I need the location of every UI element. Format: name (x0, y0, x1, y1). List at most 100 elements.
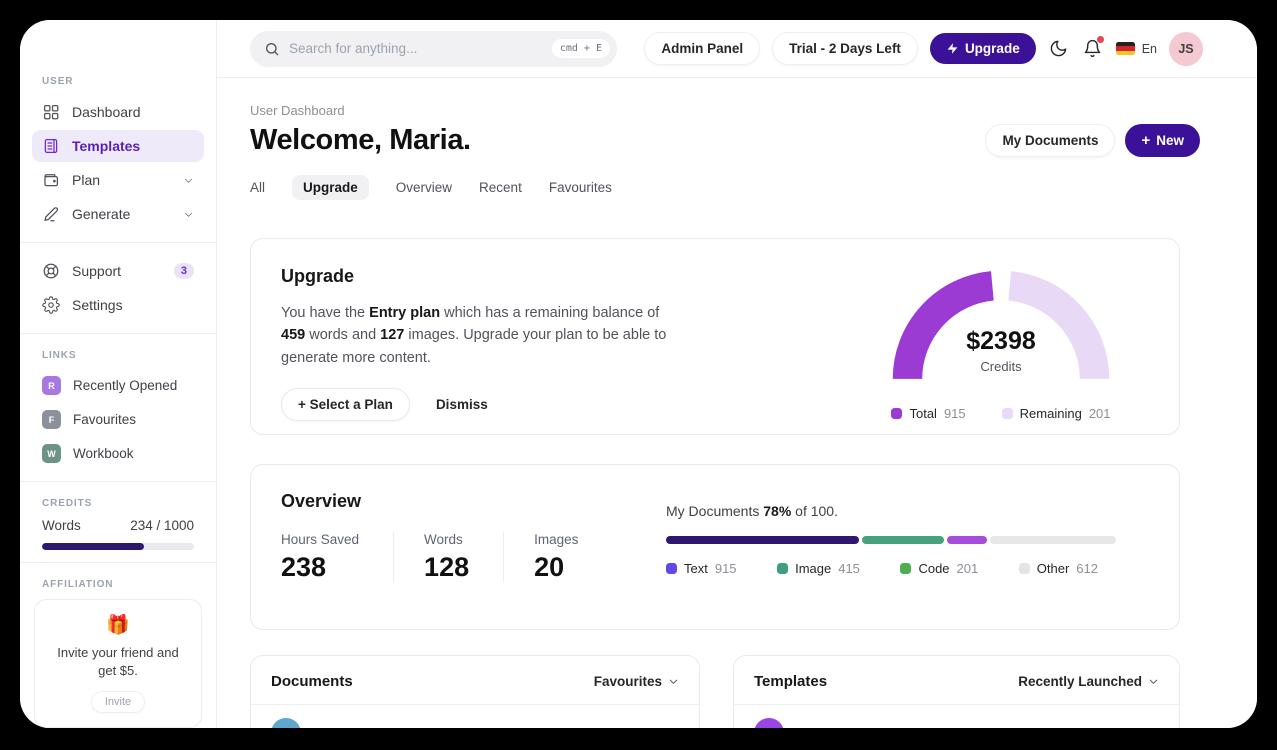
notification-dot (1096, 35, 1104, 43)
sidebar-item-plan[interactable]: Plan (32, 164, 204, 196)
templates-filter-label: Recently Launched (1018, 674, 1142, 689)
new-button[interactable]: + New (1125, 124, 1200, 157)
sidebar-item-label: Plan (72, 172, 101, 188)
template-avatar (754, 718, 784, 728)
generate-pencil-icon (44, 207, 59, 222)
search-icon (266, 42, 279, 55)
stat-value: 238 (281, 552, 327, 582)
support-count-badge: 3 (173, 263, 194, 279)
bar-segment-image (861, 536, 945, 544)
legend-code-chip (900, 563, 912, 574)
legend-text-chip (666, 563, 677, 574)
legend-label: Code (918, 561, 950, 576)
dismiss-button[interactable]: Dismiss (436, 397, 488, 412)
notifications-button[interactable] (1082, 35, 1104, 60)
sidebar-section-links: LINKS (42, 350, 77, 361)
template-location: in Workbook (1087, 726, 1159, 729)
legend-label: Remaining (1019, 406, 1082, 421)
header-buttons: My Documents + New (985, 124, 1200, 157)
sidebar-item-settings[interactable]: Settings (32, 289, 204, 321)
tab-favourites[interactable]: Favourites (549, 175, 612, 200)
sidebar: USER Dashboard Templates Plan Generate S… (20, 20, 217, 728)
sidebar-item-generate[interactable]: Generate (32, 198, 204, 230)
document-avatar (271, 718, 301, 728)
documents-card-title: Documents (271, 673, 353, 690)
link-label: Workbook (73, 446, 134, 461)
legend-code: Code 201 (900, 561, 978, 576)
templates-filter-dropdown[interactable]: Recently Launched (1018, 674, 1159, 689)
template-list-item[interactable]: Blog Post Title in Workbook (734, 705, 1179, 728)
sidebar-link-recently-opened[interactable]: R Recently Opened (32, 370, 204, 401)
sidebar-divider (20, 242, 216, 243)
legend-label: Total (909, 406, 937, 421)
legend-total-chip (891, 408, 903, 419)
chevron-down-icon (184, 212, 193, 217)
credits-label: Words (42, 518, 81, 533)
sidebar-item-label: Dashboard (72, 104, 141, 120)
tab-all[interactable]: All (250, 175, 265, 200)
user-avatar[interactable]: JS (1169, 31, 1203, 66)
german-flag-icon[interactable] (1115, 42, 1135, 55)
upgrade-card: Upgrade You have the Entry plan which ha… (250, 238, 1180, 435)
upgrade-button[interactable]: Upgrade (929, 33, 1036, 64)
zap-icon (947, 43, 958, 54)
legend-other: Other 612 (1018, 561, 1098, 576)
stat-hours-saved: Hours Saved 238 (281, 532, 393, 583)
link-label: Recently Opened (73, 378, 178, 393)
chevron-down-icon (669, 679, 678, 684)
support-lifebuoy-icon (43, 263, 59, 279)
tab-recent[interactable]: Recent (479, 175, 522, 200)
tab-upgrade[interactable]: Upgrade (292, 175, 369, 200)
breadcrumb: User Dashboard (250, 103, 345, 118)
sidebar-section-user: USER (42, 76, 74, 87)
document-location: in Workbook (607, 726, 679, 729)
stacked-bar-chart (666, 536, 1116, 544)
bottom-cards-row: Documents Favourites Untitled Document i… (250, 655, 1200, 728)
select-plan-button[interactable]: + Select a Plan (281, 388, 410, 422)
document-list-item[interactable]: Untitled Document in Workbook (251, 705, 699, 728)
search-bar[interactable]: cmd + E (250, 30, 617, 67)
legend-text: Text 915 (666, 561, 737, 576)
credits-gauge: $2398 Credits Total 915 Remaining 201 (889, 265, 1113, 421)
legend-value: 415 (838, 561, 860, 576)
search-input[interactable] (289, 41, 543, 56)
legend-label: Other (1036, 561, 1070, 576)
overview-card: Overview Hours Saved 238 Words 128 Image… (250, 464, 1180, 630)
invite-button[interactable]: Invite (90, 691, 146, 714)
moon-icon (1050, 40, 1067, 57)
bar-segment-text (666, 536, 859, 544)
sidebar-item-dashboard[interactable]: Dashboard (32, 96, 204, 128)
link-initial-badge: W (42, 444, 61, 463)
settings-gear-icon (42, 296, 60, 314)
tab-bar: All Upgrade Overview Recent Favourites (250, 175, 1200, 200)
stat-label: Hours Saved (281, 532, 360, 547)
stat-value: 20 (534, 552, 565, 582)
dark-mode-toggle[interactable] (1048, 38, 1070, 60)
stat-value: 128 (424, 552, 470, 582)
credits-progress-fill (42, 543, 144, 550)
stat-images: Images 20 (503, 532, 612, 583)
legend-label: Text (684, 561, 708, 576)
tab-overview[interactable]: Overview (396, 175, 452, 200)
language-label[interactable]: En (1142, 42, 1157, 56)
link-label: Favourites (73, 412, 137, 427)
sidebar-divider (20, 562, 216, 563)
sidebar-link-workbook[interactable]: W Workbook (32, 438, 204, 469)
legend-remaining-chip (1001, 408, 1013, 419)
sidebar-section-credits: CREDITS (42, 498, 93, 509)
documents-filter-dropdown[interactable]: Favourites (594, 674, 679, 689)
admin-panel-button[interactable]: Admin Panel (644, 32, 761, 65)
templates-card: Templates Recently Launched Blog Post Ti… (733, 655, 1180, 728)
upgrade-button-label: Upgrade (964, 41, 1020, 56)
my-documents-button[interactable]: My Documents (985, 124, 1116, 157)
trial-badge[interactable]: Trial - 2 Days Left (772, 32, 918, 65)
sidebar-item-support[interactable]: Support 3 (32, 255, 204, 287)
sidebar-link-favourites[interactable]: F Favourites (32, 404, 204, 435)
topbar-right: Admin Panel Trial - 2 Days Left Upgrade … (644, 31, 1203, 66)
sidebar-item-templates[interactable]: Templates (32, 130, 204, 162)
chevron-down-icon (184, 178, 193, 183)
documents-progress-block: My Documents 78% of 100. Text 915 Image … (666, 503, 1116, 576)
legend-total: Total 915 (891, 406, 966, 421)
affiliation-text: Invite your friend and get $5. (57, 645, 179, 679)
document-title: Untitled Document (315, 725, 593, 728)
